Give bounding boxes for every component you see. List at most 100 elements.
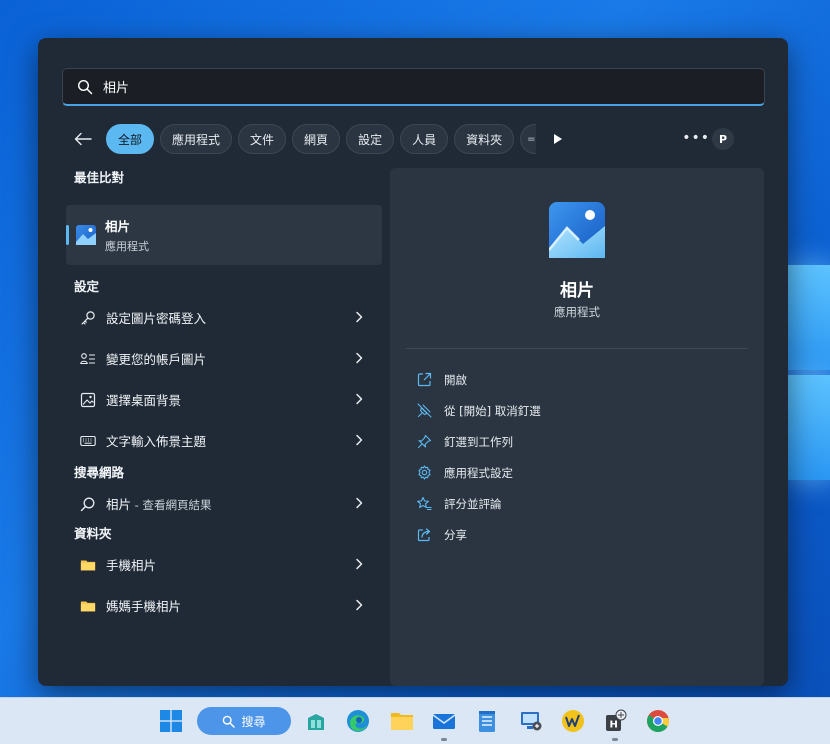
running-indicator xyxy=(441,738,447,741)
photos-app-icon xyxy=(549,202,605,258)
start-button[interactable] xyxy=(158,708,184,734)
section-web-search: 搜尋網路 xyxy=(74,465,125,480)
divider xyxy=(406,348,748,349)
action-label: 釘選到工作列 xyxy=(444,434,513,449)
best-match-item[interactable]: 相片 應用程式 xyxy=(66,205,382,265)
settings-item-label: 設定圖片密碼登入 xyxy=(106,311,207,326)
taskbar: 搜尋 H xyxy=(0,697,830,744)
mail-icon xyxy=(432,714,456,729)
photos-app-icon xyxy=(76,225,96,245)
action-label: 應用程式設定 xyxy=(444,465,513,480)
taskbar-remote-desktop-app[interactable] xyxy=(518,708,544,734)
taskbar-word-app[interactable] xyxy=(560,708,586,734)
open-icon xyxy=(416,372,432,388)
taskbar-mail-app[interactable] xyxy=(431,708,457,734)
action-unpin-start[interactable]: 從 [開始] 取消釘選 xyxy=(416,395,746,426)
filter-apps[interactable]: 應用程式 xyxy=(160,124,233,154)
web-search-item[interactable]: 相片 - 查看網頁結果 xyxy=(66,483,382,524)
share-icon xyxy=(416,527,432,543)
chevron-right-icon xyxy=(356,352,363,364)
folder-label: 媽媽手機相片 xyxy=(106,599,182,614)
settings-item-desktop-background[interactable]: 選擇桌面背景 xyxy=(66,379,382,420)
avatar[interactable]: P xyxy=(712,128,734,150)
folder-item-phone-photos[interactable]: 手機相片 xyxy=(66,544,382,585)
filter-documents[interactable]: 文件 xyxy=(238,124,287,154)
detail-subtitle: 應用程式 xyxy=(554,305,600,319)
running-indicator xyxy=(612,738,618,741)
detail-title: 相片 xyxy=(560,281,594,301)
taskbar-store-app[interactable] xyxy=(303,708,329,734)
filter-settings[interactable]: 設定 xyxy=(346,124,395,154)
action-share[interactable]: 分享 xyxy=(416,519,746,550)
folder-icon xyxy=(80,557,96,573)
action-open[interactable]: 開啟 xyxy=(416,364,746,395)
filter-all[interactable]: 全部 xyxy=(106,124,155,154)
settings-item-picture-password[interactable]: 設定圖片密碼登入 xyxy=(66,297,382,338)
play-icon xyxy=(554,134,563,144)
chevron-right-icon xyxy=(356,311,363,323)
action-label: 分享 xyxy=(444,527,467,542)
account-picture-icon xyxy=(80,351,96,367)
filter-web[interactable]: 網頁 xyxy=(292,124,341,154)
search-icon xyxy=(80,496,96,512)
unpin-icon xyxy=(416,403,432,419)
taskbar-chrome-app[interactable] xyxy=(645,708,671,734)
folder-icon xyxy=(80,598,96,614)
settings-item-label: 選擇桌面背景 xyxy=(106,393,182,408)
search-panel: 全部 應用程式 文件 網頁 設定 人員 資料夾 = ••• P 最佳比對 xyxy=(38,38,788,686)
image-icon xyxy=(80,392,96,408)
taskbar-explorer-app[interactable] xyxy=(389,708,415,734)
app-h-icon: H xyxy=(606,709,627,731)
remote-desktop-icon xyxy=(521,712,542,731)
filter-people[interactable]: 人員 xyxy=(400,124,449,154)
more-options-button[interactable]: ••• xyxy=(682,130,710,146)
filter-overflow-chip[interactable]: = xyxy=(520,124,537,154)
edge-icon xyxy=(347,710,369,732)
folder-icon xyxy=(391,713,413,730)
chevron-right-icon xyxy=(356,434,363,446)
search-box[interactable] xyxy=(62,68,765,106)
taskbar-notepad-app[interactable] xyxy=(474,708,500,734)
filter-folders[interactable]: 資料夾 xyxy=(454,124,515,154)
taskbar-edge-app[interactable] xyxy=(345,708,371,734)
taskbar-search-button[interactable]: 搜尋 xyxy=(197,707,291,735)
settings-item-text-input-theme[interactable]: 文字輸入佈景主題 xyxy=(66,420,382,461)
best-match-type: 應用程式 xyxy=(105,240,149,253)
rate-icon xyxy=(416,496,432,512)
section-settings: 設定 xyxy=(74,279,100,294)
scroll-filters-button[interactable] xyxy=(548,129,568,149)
web-search-label: 相片 - 查看網頁結果 xyxy=(106,494,211,513)
taskbar-h-app[interactable]: H xyxy=(603,708,629,734)
search-input[interactable] xyxy=(103,79,703,94)
best-match-name: 相片 xyxy=(105,219,131,234)
chevron-right-icon xyxy=(356,393,363,405)
action-label: 評分並評論 xyxy=(444,496,502,511)
search-icon xyxy=(223,715,236,728)
gear-icon xyxy=(416,465,432,481)
windows-store-icon xyxy=(308,714,324,730)
action-rate-review[interactable]: 評分並評論 xyxy=(416,488,746,519)
action-pin-taskbar[interactable]: 釘選到工作列 xyxy=(416,426,746,457)
chrome-icon xyxy=(647,710,669,732)
results-list: 最佳比對 相片 應用程式 設定 設定圖片密碼登入 變更您的帳戶圖片 選擇桌面背景… xyxy=(66,168,382,626)
section-folders: 資料夾 xyxy=(74,526,112,541)
chevron-right-icon xyxy=(356,497,363,509)
chevron-right-icon xyxy=(356,558,363,570)
action-label: 從 [開始] 取消釘選 xyxy=(444,403,541,418)
svg-text:H: H xyxy=(610,720,618,731)
filter-bar: 全部 應用程式 文件 網頁 設定 人員 資料夾 = ••• P xyxy=(70,124,770,154)
pin-icon xyxy=(416,434,432,450)
settings-item-label: 文字輸入佈景主題 xyxy=(106,434,207,449)
word-web-icon xyxy=(562,710,584,732)
settings-item-label: 變更您的帳戶圖片 xyxy=(106,352,207,367)
action-label: 開啟 xyxy=(444,372,467,387)
arrow-left-icon xyxy=(74,132,92,146)
web-search-suffix: - 查看網頁結果 xyxy=(131,498,212,512)
folder-item-mom-phone-photos[interactable]: 媽媽手機相片 xyxy=(66,585,382,626)
settings-item-account-picture[interactable]: 變更您的帳戶圖片 xyxy=(66,338,382,379)
action-list: 開啟 從 [開始] 取消釘選 釘選到工作列 應用程式設定 評分並評論 分享 xyxy=(416,364,746,550)
back-button[interactable] xyxy=(70,126,96,152)
action-app-settings[interactable]: 應用程式設定 xyxy=(416,457,746,488)
notepad-icon xyxy=(479,711,495,732)
search-icon xyxy=(77,79,93,94)
